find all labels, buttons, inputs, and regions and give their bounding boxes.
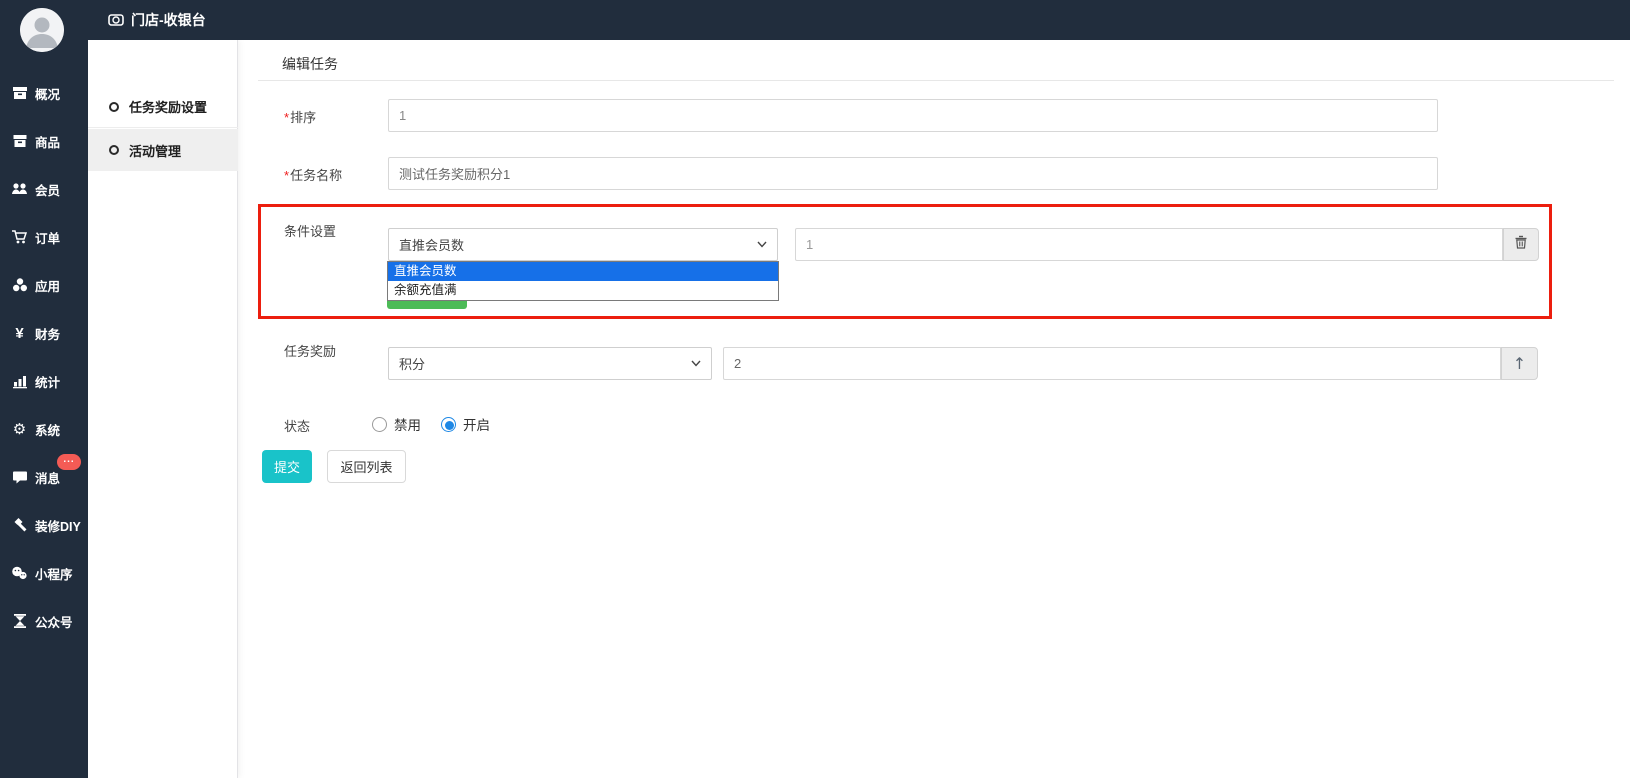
app-title-text: 门店-收银台 [131, 10, 206, 30]
sidebar: 概况 商品 会员 订单 应用 ¥ 财务 统计 ⚙ 系统 [0, 0, 88, 778]
title-divider [258, 80, 1614, 81]
sidebar-item-members[interactable]: 会员 [0, 165, 88, 213]
sidebar-item-finance[interactable]: ¥ 财务 [0, 309, 88, 357]
message-badge: ... [57, 454, 81, 470]
sidebar-item-system[interactable]: ⚙ 系统 [0, 405, 88, 453]
condition-dropdown-list: 直推会员数 余额充值满 [387, 261, 779, 301]
radio-label: 开启 [463, 414, 490, 434]
sort-label: *排序 [284, 107, 316, 126]
sidebar-item-label: 统计 [35, 372, 60, 391]
arrow-up-icon: ↑ [1513, 354, 1526, 373]
sidebar-item-label: 订单 [35, 228, 60, 247]
condition-label: 条件设置 [284, 221, 336, 240]
dropdown-option-direct-members[interactable]: 直推会员数 [388, 262, 778, 281]
app-title: 门店-收银台 [108, 0, 206, 40]
official-hourglass-icon [11, 613, 28, 630]
stats-chart-icon [11, 373, 28, 390]
sidebar-item-label: 消息 [35, 468, 60, 487]
finance-yuan-icon: ¥ [11, 325, 28, 342]
trash-icon [1514, 235, 1528, 254]
members-users-icon [11, 181, 28, 198]
system-gear-icon: ⚙ [11, 421, 28, 438]
goods-box-icon [11, 133, 28, 150]
submit-button[interactable]: 提交 [262, 450, 312, 483]
chevron-down-icon [756, 238, 768, 253]
sort-input[interactable] [388, 99, 1438, 132]
sidebar-item-label: 公众号 [35, 612, 73, 631]
sidebar-item-label: 会员 [35, 180, 60, 199]
sidebar-item-stats[interactable]: 统计 [0, 357, 88, 405]
dropdown-option-balance-recharge[interactable]: 余额充值满 [388, 281, 778, 300]
message-chat-icon [11, 469, 28, 486]
submenu-item-activity-management[interactable]: 活动管理 [88, 129, 238, 171]
sidebar-item-apps[interactable]: 应用 [0, 261, 88, 309]
task-name-label: *任务名称 [284, 165, 342, 184]
sidebar-item-label: 装修DIY [35, 516, 81, 535]
status-radio-group: 禁用 开启 [372, 414, 490, 434]
status-option-disabled[interactable]: 禁用 [372, 414, 421, 434]
submenu: 任务奖励设置 活动管理 [88, 40, 238, 778]
status-label: 状态 [284, 416, 310, 435]
submenu-item-task-reward-settings[interactable]: 任务奖励设置 [88, 86, 238, 128]
radio-checked-icon[interactable] [441, 417, 456, 432]
sidebar-item-orders[interactable]: 订单 [0, 213, 88, 261]
required-mark: * [284, 110, 289, 125]
orders-cart-icon [11, 229, 28, 246]
sidebar-item-label: 商品 [35, 132, 60, 151]
sidebar-item-miniprogram[interactable]: 小程序 [0, 549, 88, 597]
avatar[interactable] [20, 8, 64, 52]
submenu-item-label: 活动管理 [129, 141, 181, 160]
reward-label: 任务奖励 [284, 341, 336, 360]
condition-type-select[interactable]: 直推会员数 [388, 228, 778, 261]
circle-icon [109, 102, 119, 112]
miniprogram-wechat-icon [11, 565, 28, 582]
reward-value-input[interactable] [723, 347, 1501, 380]
sidebar-item-official-account[interactable]: 公众号 [0, 597, 88, 645]
required-mark: * [284, 168, 289, 183]
store-cashier-icon [108, 12, 124, 28]
back-to-list-button[interactable]: 返回列表 [327, 450, 406, 483]
radio-unchecked-icon[interactable] [372, 417, 387, 432]
page: 门店-收银台 概况 商品 会员 订单 应用 ¥ 财务 [0, 0, 1630, 778]
sidebar-item-label: 财务 [35, 324, 60, 343]
sidebar-item-label: 小程序 [35, 564, 73, 583]
condition-selected-value: 直推会员数 [399, 235, 464, 254]
circle-icon [109, 145, 119, 155]
sidebar-item-label: 概况 [35, 84, 60, 103]
overview-archive-icon [11, 85, 28, 102]
apps-cluster-icon [11, 277, 28, 294]
task-name-input[interactable] [388, 157, 1438, 190]
submenu-item-label: 任务奖励设置 [129, 97, 207, 116]
radio-label: 禁用 [394, 414, 421, 434]
chevron-down-icon [690, 357, 702, 372]
sidebar-item-overview[interactable]: 概况 [0, 69, 88, 117]
reward-type-select[interactable]: 积分 [388, 347, 712, 380]
diy-hammer-icon [11, 517, 28, 534]
reward-selected-value: 积分 [399, 354, 425, 373]
status-option-enabled[interactable]: 开启 [441, 414, 490, 434]
page-title: 编辑任务 [282, 54, 338, 74]
condition-value-input[interactable] [795, 228, 1503, 261]
sidebar-item-label: 应用 [35, 276, 60, 295]
sidebar-item-label: 系统 [35, 420, 60, 439]
move-up-button[interactable]: ↑ [1501, 347, 1538, 380]
sidebar-item-goods[interactable]: 商品 [0, 117, 88, 165]
topbar: 门店-收银台 [0, 0, 1630, 40]
delete-condition-button[interactable] [1503, 228, 1539, 261]
sidebar-item-diy[interactable]: 装修DIY [0, 501, 88, 549]
